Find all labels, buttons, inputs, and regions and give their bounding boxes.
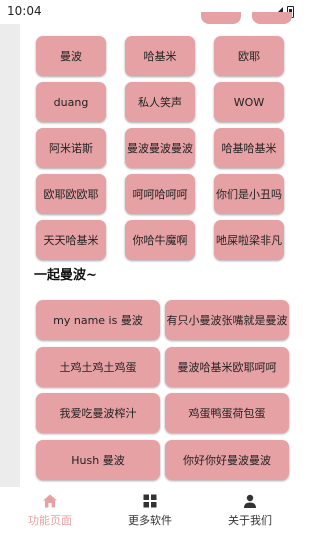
person-icon	[244, 494, 256, 508]
sound-button[interactable]: 你们是小丑吗	[214, 174, 284, 214]
sound-button[interactable]: 欧耶	[214, 36, 284, 76]
phrase-button[interactable]: 我爱吃曼波榨汁	[36, 393, 160, 433]
sound-button[interactable]: 呵呵哈呵呵	[125, 174, 195, 214]
sound-button[interactable]: 你哈牛魔啊	[125, 220, 195, 260]
left-strip	[0, 24, 20, 487]
bottom-nav: 功能页面 更多软件 关于我们	[0, 487, 300, 533]
phrase-button[interactable]: 你好你好曼波曼波	[165, 440, 289, 480]
sound-button[interactable]: 曼波曼波曼波	[125, 128, 195, 168]
phrase-button[interactable]: 有只小曼波张嘴就是曼波	[165, 300, 289, 340]
phrase-button[interactable]: Hush 曼波	[36, 440, 160, 480]
sound-button[interactable]: WOW	[214, 82, 284, 122]
home-icon	[43, 494, 57, 508]
phrase-button[interactable]: my name is 曼波	[36, 300, 160, 340]
nav-label: 更多软件	[128, 514, 172, 527]
sound-button[interactable]: 私人笑声	[125, 82, 195, 122]
partial-button[interactable]	[201, 12, 241, 24]
sound-button[interactable]: 天天哈基米	[36, 220, 106, 260]
sound-button[interactable]: 曼波	[36, 36, 106, 76]
nav-item-more-apps[interactable]: 更多软件	[100, 487, 200, 533]
nav-label: 关于我们	[228, 514, 272, 527]
nav-item-functions[interactable]: 功能页面	[0, 487, 100, 533]
nav-item-about[interactable]: 关于我们	[200, 487, 300, 533]
grid-icon	[143, 494, 157, 508]
sound-button[interactable]: 哈基米	[125, 36, 195, 76]
sound-button[interactable]: duang	[36, 82, 106, 122]
sound-button[interactable]: 吔屎啦梁非凡	[214, 220, 284, 260]
partial-button[interactable]	[252, 12, 292, 24]
phrase-button[interactable]: 曼波哈基米欧耶呵呵	[165, 347, 289, 387]
nav-label: 功能页面	[28, 514, 72, 527]
phrase-button[interactable]: 土鸡土鸡土鸡蛋	[36, 347, 160, 387]
sound-button[interactable]: 阿米诺斯	[36, 128, 106, 168]
sound-button[interactable]: 欧耶欧欧耶	[36, 174, 106, 214]
sound-button[interactable]: 哈基哈基米	[214, 128, 284, 168]
phrase-button[interactable]: 鸡蛋鸭蛋荷包蛋	[165, 393, 289, 433]
main-content[interactable]: 曼波 哈基米 欧耶 duang 私人笑声 WOW 阿米诺斯 曼波曼波曼波 哈基哈…	[20, 0, 300, 487]
section-title: 一起曼波~	[34, 268, 97, 283]
